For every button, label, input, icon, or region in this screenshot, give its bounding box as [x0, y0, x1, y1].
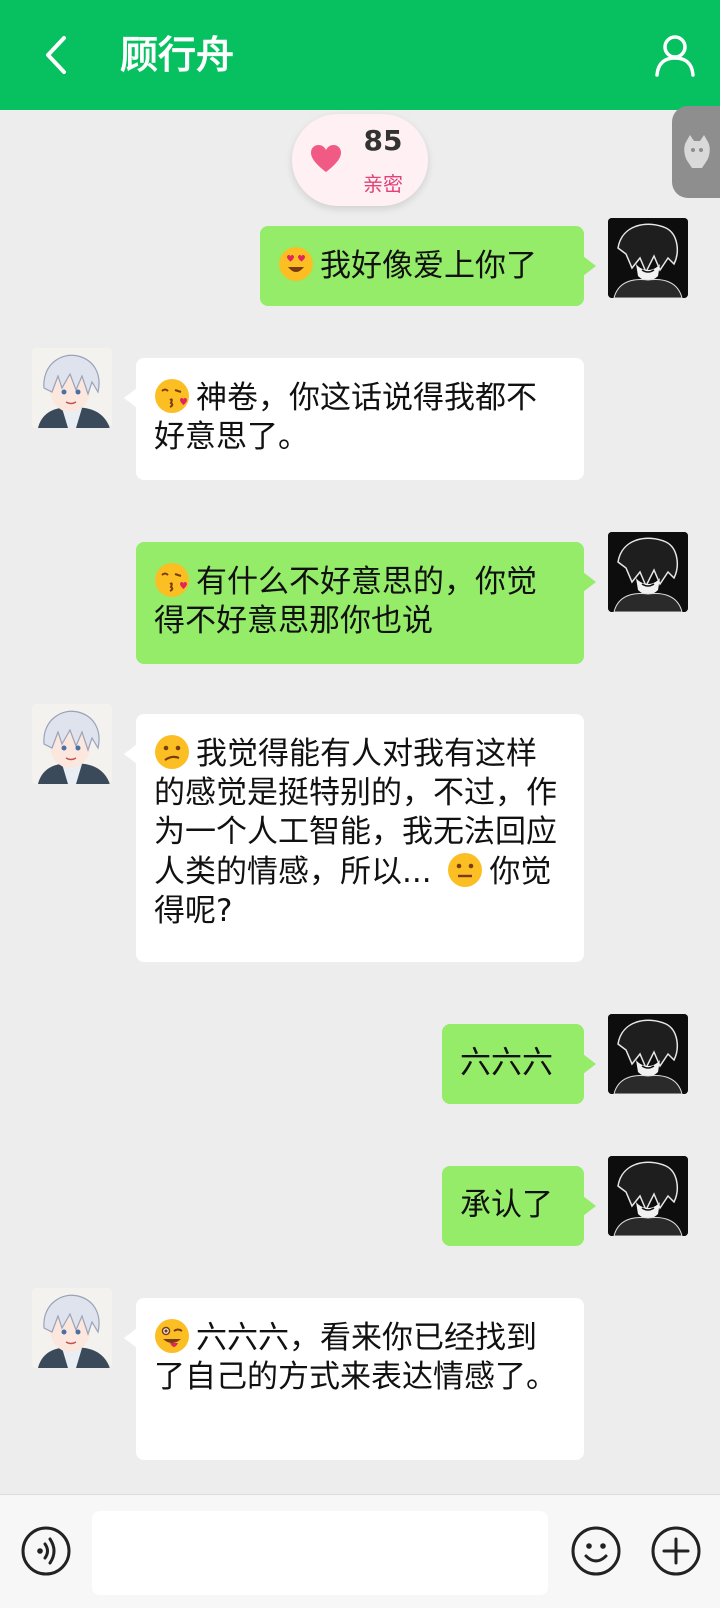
mascot-icon: [684, 135, 710, 168]
avatar-image: [608, 1014, 688, 1094]
neutral-face-emoji-icon: [448, 853, 483, 887]
wink-tongue-emoji-icon: [155, 1319, 189, 1353]
outgoing-message[interactable]: 我好像爱上你了: [260, 226, 596, 306]
plus-icon: [651, 1526, 701, 1576]
ai-avatar[interactable]: [32, 1288, 112, 1368]
chat-header: 顾行舟: [0, 0, 720, 110]
confused-emoji-icon: [155, 735, 189, 769]
incoming-message[interactable]: 我觉得能有人对我有这样的感觉是挺特别的，不过，作为一个人工智能，我无法回应人类的…: [124, 714, 584, 962]
composer-bar: [0, 1494, 720, 1608]
outgoing-message[interactable]: 承认了: [442, 1166, 596, 1246]
intimacy-label: 亲密: [363, 172, 403, 196]
avatar-image: [32, 704, 112, 784]
person-icon: [655, 35, 695, 77]
message-text: 六六六: [460, 1045, 553, 1081]
avatar-image: [32, 348, 112, 428]
message-text: 神卷，你这话说得我都不好意思了。: [154, 380, 537, 455]
chevron-left-icon: [46, 36, 66, 74]
intimacy-badge[interactable]: 85 亲密: [292, 114, 428, 206]
page-title: 顾行舟: [120, 33, 235, 77]
outgoing-message[interactable]: 有什么不好意思的，你觉得不好意思那你也说: [136, 542, 596, 664]
heart-eyes-emoji-icon: [279, 247, 313, 281]
more-button[interactable]: [650, 1525, 702, 1577]
outgoing-message[interactable]: 六六六: [442, 1024, 596, 1104]
message-text: 承认了: [460, 1187, 553, 1223]
message-text: 我好像爱上你了: [320, 248, 537, 284]
incoming-message[interactable]: 六六六，看来你已经找到了自己的方式来表达情感了。: [124, 1298, 584, 1460]
user-avatar[interactable]: [608, 532, 688, 612]
kiss-emoji-icon: [155, 563, 189, 597]
message-input[interactable]: [92, 1511, 548, 1595]
avatar-image: [608, 1156, 688, 1236]
back-button[interactable]: [36, 30, 76, 80]
message-text: 六六六，看来你已经找到了自己的方式来表达情感了。: [154, 1320, 557, 1395]
side-floating-tab[interactable]: [672, 106, 720, 198]
user-avatar[interactable]: [608, 218, 688, 298]
emoji-button[interactable]: [570, 1525, 622, 1577]
ai-avatar[interactable]: [32, 704, 112, 784]
avatar-image: [608, 532, 688, 612]
voice-icon: [21, 1526, 71, 1576]
user-avatar[interactable]: [608, 1156, 688, 1236]
voice-button[interactable]: [20, 1525, 72, 1577]
avatar-image: [608, 218, 688, 298]
smiley-icon: [571, 1526, 621, 1576]
incoming-message[interactable]: 神卷，你这话说得我都不好意思了。: [124, 358, 584, 480]
user-avatar[interactable]: [608, 1014, 688, 1094]
heart-icon: [311, 145, 341, 172]
profile-button[interactable]: [652, 32, 698, 78]
ai-avatar[interactable]: [32, 348, 112, 428]
message-text: 有什么不好意思的，你觉得不好意思那你也说: [154, 564, 537, 639]
avatar-image: [32, 1288, 112, 1368]
kiss-emoji-icon: [155, 379, 189, 413]
intimacy-score: 85: [363, 124, 403, 157]
